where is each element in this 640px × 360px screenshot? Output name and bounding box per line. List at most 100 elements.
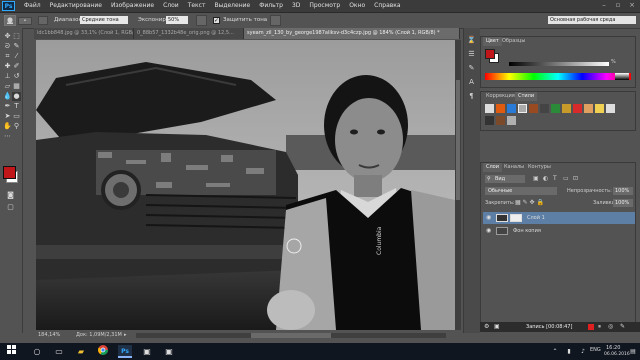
style-swatch[interactable] (551, 104, 560, 113)
style-swatch[interactable] (584, 104, 593, 113)
style-swatch[interactable] (562, 104, 571, 113)
lock-paint-icon[interactable]: ✎ (523, 199, 528, 206)
layer-kind-filter[interactable]: ⚲ Вид (485, 175, 525, 183)
range-select[interactable]: Средние тона (80, 16, 128, 24)
tab-layers[interactable]: Слои (483, 163, 502, 172)
quick-mask-icon[interactable]: ◙ (6, 191, 15, 200)
clock-time[interactable]: 16:20 (606, 345, 620, 351)
style-swatch[interactable] (485, 104, 494, 113)
opacity-field[interactable]: 100% (613, 187, 633, 195)
language-indicator[interactable]: ENG (590, 347, 601, 353)
status-arrow-icon[interactable]: ▸ (124, 331, 127, 340)
blur-tool-icon[interactable]: 💧 (3, 92, 12, 101)
menu-type[interactable]: Текст (188, 0, 206, 12)
layer-mask-thumbnail[interactable] (510, 214, 522, 222)
windows-start-icon[interactable] (4, 345, 18, 358)
brushes-panel-icon[interactable]: ✎ (467, 64, 476, 73)
properties-panel-icon[interactable]: ☰ (467, 50, 476, 59)
chrome-icon[interactable] (96, 345, 110, 358)
file-explorer-icon[interactable]: ▰ (74, 345, 88, 358)
document-canvas[interactable]: Columbia (36, 40, 455, 330)
blend-mode-select[interactable]: Обычные (485, 187, 557, 195)
eraser-tool-icon[interactable]: ▱ (3, 82, 12, 91)
filter-adjust-icon[interactable]: ◐ (543, 175, 548, 182)
color-fg-swatch[interactable] (485, 49, 495, 59)
vertical-scrollbar[interactable] (455, 40, 461, 330)
style-swatch[interactable] (595, 104, 604, 113)
gradient-tool-icon[interactable]: ▦ (12, 82, 21, 91)
scrollbar-thumb[interactable] (251, 333, 331, 338)
notifications-icon[interactable]: ▤ (628, 345, 638, 358)
document-tab[interactable]: ldc1bb848.jpg @ 33,1% (Слой 1, RGB/8... (34, 28, 134, 39)
layer-name[interactable]: Фон копия (513, 225, 541, 237)
menu-layers[interactable]: Слои (163, 0, 179, 12)
paragraph-panel-icon[interactable]: ¶ (467, 92, 476, 101)
protect-tones-checkbox[interactable]: ✓ (213, 17, 220, 24)
color-bw-ramp[interactable] (615, 73, 629, 80)
menu-filter[interactable]: Фильтр (259, 0, 283, 12)
menu-image[interactable]: Изображение (111, 0, 154, 12)
filter-smart-icon[interactable]: ⊡ (573, 175, 578, 182)
shape-tool-icon[interactable]: ▭ (12, 112, 21, 121)
record-edit-icon[interactable]: ✎ (620, 323, 625, 330)
minimize-icon[interactable]: – (598, 1, 610, 10)
color-slider[interactable] (509, 62, 609, 66)
record-camera-icon[interactable]: ◎ (608, 323, 613, 330)
lock-all-icon[interactable]: 🔒 (537, 199, 544, 206)
pressure-icon[interactable] (270, 15, 281, 26)
record-stop-icon[interactable] (588, 324, 594, 330)
style-swatch[interactable] (540, 104, 549, 113)
style-swatch[interactable] (485, 116, 494, 125)
brush-panel-icon[interactable] (38, 16, 48, 25)
document-info[interactable]: Док: 1,09M/2,31M (76, 331, 122, 340)
tab-adjustments[interactable]: Коррекция (483, 92, 518, 101)
horizontal-scrollbar[interactable] (136, 333, 446, 338)
dodge-tool-icon[interactable]: ● (12, 92, 21, 101)
filter-pixel-icon[interactable]: ▣ (533, 175, 539, 182)
fill-field[interactable]: 100% (613, 199, 633, 207)
style-swatch[interactable] (518, 104, 527, 113)
foreground-color-swatch[interactable] (3, 166, 16, 179)
visibility-eye-icon[interactable]: ◉ (486, 212, 491, 224)
style-swatch[interactable] (606, 104, 615, 113)
tab-swatches[interactable]: Образцы (499, 37, 528, 46)
record-pause-icon[interactable]: ⏸ (598, 323, 601, 331)
airbrush-icon[interactable] (196, 15, 207, 26)
document-tab-active[interactable]: syeam_zil_130_by_george1987aliksv-d3c4cz… (244, 28, 460, 39)
menu-window[interactable]: Окно (349, 0, 365, 12)
brush-size-picker[interactable]: • (18, 17, 32, 25)
eyedropper-tool-icon[interactable]: ⁄ (12, 52, 21, 61)
maximize-icon[interactable]: ▫ (612, 1, 624, 10)
scrollbar-thumb[interactable] (456, 80, 460, 200)
tray-arrow-icon[interactable]: ⌃ (548, 345, 562, 358)
record-cam-icon[interactable]: ▣ (494, 323, 500, 330)
crop-tool-icon[interactable]: ⌗ (3, 52, 12, 61)
layer-row-selected[interactable]: ◉ Слой 1 (483, 212, 635, 224)
record-settings-icon[interactable]: ⚙ (484, 323, 489, 330)
history-brush-tool-icon[interactable]: ↺ (12, 72, 21, 81)
close-icon[interactable]: × (626, 1, 638, 10)
style-swatch[interactable] (507, 104, 516, 113)
history-panel-icon[interactable]: ⌛ (467, 36, 476, 45)
menu-help[interactable]: Справка (374, 0, 400, 12)
task-view-icon[interactable]: ▭ (52, 345, 66, 358)
exposure-field[interactable]: 50% (166, 16, 188, 24)
character-panel-icon[interactable]: A (467, 78, 476, 87)
color-spectrum[interactable] (485, 73, 631, 80)
zoom-level[interactable]: 184,14% (38, 331, 60, 340)
move-tool-icon[interactable]: ✥ (3, 32, 12, 41)
app-taskbar-icon[interactable]: ▣ (162, 345, 176, 358)
tab-channels[interactable]: Каналы (501, 163, 527, 172)
quick-select-tool-icon[interactable]: ✎ (12, 42, 21, 51)
style-swatch[interactable] (529, 104, 538, 113)
network-icon[interactable]: ▮ (562, 345, 576, 358)
menu-3d[interactable]: 3D (292, 0, 300, 12)
screen-mode-icon[interactable]: ▢ (6, 203, 15, 212)
filter-type-icon[interactable]: T (553, 175, 557, 182)
workspace-select[interactable]: Основная рабочая среда (548, 16, 636, 24)
menu-view[interactable]: Просмотр (309, 0, 340, 12)
menu-file[interactable]: Файл (24, 0, 41, 12)
style-swatch[interactable] (573, 104, 582, 113)
app-taskbar-icon[interactable]: ▣ (140, 345, 154, 358)
menu-edit[interactable]: Редактирование (50, 0, 102, 12)
